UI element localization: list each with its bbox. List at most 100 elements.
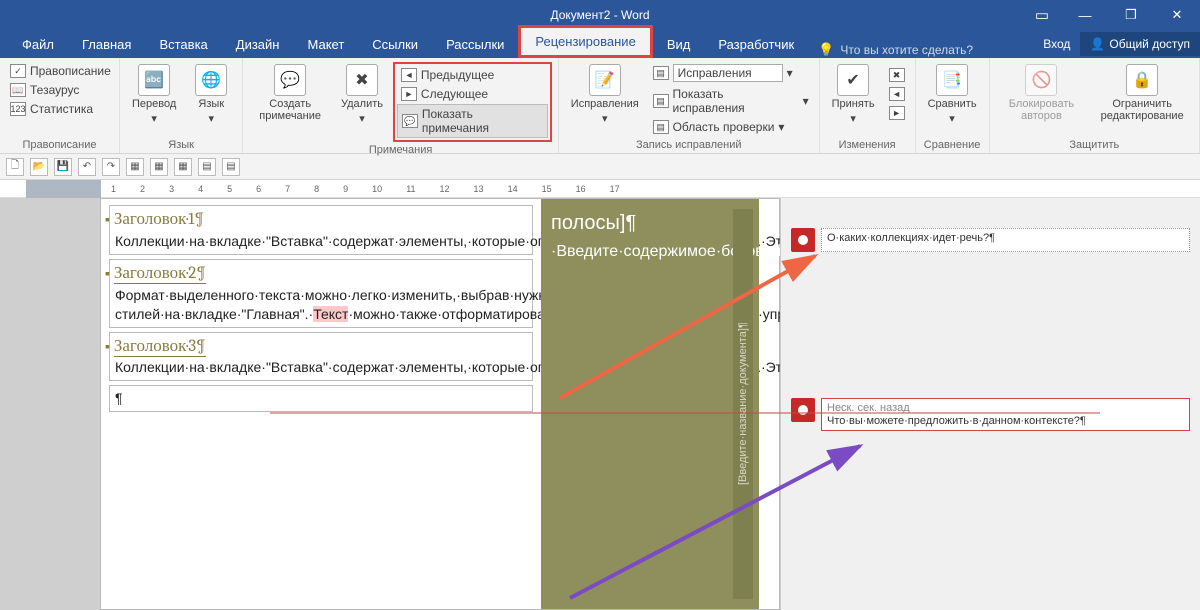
menu-insert[interactable]: Вставка bbox=[145, 31, 221, 58]
comment-del-icon: ✖ bbox=[346, 64, 378, 96]
sidebar-title: полосы]¶ bbox=[551, 207, 749, 239]
heading-1: Заголовок·1¶ bbox=[114, 210, 205, 229]
spelling-button[interactable]: ✓Правописание bbox=[6, 62, 115, 80]
comment-2-text: Что·вы·можете·предложить·в·данном·контек… bbox=[827, 415, 1184, 427]
next2-icon: ► bbox=[889, 106, 905, 120]
sidebar-body: ·Введите·содержимое·боковой·полосы.·Боко… bbox=[551, 239, 749, 265]
ribbon-options-icon[interactable]: ▭ bbox=[1022, 0, 1062, 30]
sidebar-textbox[interactable]: полосы]¶ ·Введите·содержимое·боковой·пол… bbox=[541, 199, 759, 609]
menu-design[interactable]: Дизайн bbox=[222, 31, 294, 58]
menu-view[interactable]: Вид bbox=[653, 31, 705, 58]
stats-button[interactable]: 123Статистика bbox=[6, 100, 115, 118]
redo-icon[interactable]: ↷ bbox=[102, 158, 120, 176]
prev-change-button[interactable]: ◄ bbox=[885, 85, 909, 103]
undo-icon[interactable]: ↶ bbox=[78, 158, 96, 176]
new-comment-button[interactable]: 💬Создать примечание bbox=[249, 62, 331, 124]
stats-icon: 123 bbox=[10, 102, 26, 116]
menu-bar: Файл Главная Вставка Дизайн Макет Ссылки… bbox=[0, 30, 1200, 58]
page[interactable]: ▪ Заголовок·1¶ Коллекции·на·вкладке·"Вст… bbox=[100, 198, 780, 610]
sidebar-vertical-label: [Введите·название·документа]¶ bbox=[733, 209, 753, 599]
comment-1-text: О·каких·коллекциях·идет·речь?¶ bbox=[827, 232, 1184, 244]
empty-paragraph: ¶ bbox=[109, 385, 533, 412]
reject-button[interactable]: ✖ bbox=[885, 66, 909, 84]
app-title: Документ2 - Word bbox=[550, 8, 649, 22]
share-label: Общий доступ bbox=[1109, 37, 1190, 51]
language-button[interactable]: 🌐Язык▾ bbox=[186, 62, 236, 127]
login-button[interactable]: Вход bbox=[1033, 37, 1080, 51]
qat-icon[interactable]: ▤ bbox=[222, 158, 240, 176]
compare-button[interactable]: 📑Сравнить▾ bbox=[922, 62, 983, 127]
highlighted-text: Текст bbox=[313, 306, 348, 322]
next-icon: ► bbox=[401, 87, 417, 101]
minimize-button[interactable]: — bbox=[1062, 0, 1108, 30]
menu-mailings[interactable]: Рассылки bbox=[432, 31, 518, 58]
tell-me-box[interactable]: 💡 Что вы хотите сделать? bbox=[818, 42, 973, 58]
qat-icon[interactable]: ▦ bbox=[126, 158, 144, 176]
accept-icon: ✔ bbox=[837, 64, 869, 96]
group-tracking-label: Запись исправлений bbox=[565, 137, 813, 151]
book-icon: 📖 bbox=[10, 83, 26, 97]
menu-file[interactable]: Файл bbox=[8, 31, 68, 58]
ribbon: ✓Правописание 📖Тезаурус 123Статистика Пр… bbox=[0, 58, 1200, 154]
comment-2[interactable]: Неск. сек. назад Что·вы·можете·предложит… bbox=[791, 398, 1190, 431]
block-authors-button: 🚫Блокировать авторов bbox=[996, 62, 1088, 124]
tell-me-text: Что вы хотите сделать? bbox=[840, 43, 973, 57]
group-proofing-label: Правописание bbox=[6, 137, 113, 151]
thesaurus-button[interactable]: 📖Тезаурус bbox=[6, 81, 115, 99]
new-doc-icon[interactable]: 🗋 bbox=[6, 158, 24, 176]
avatar-icon bbox=[791, 228, 815, 252]
restore-button[interactable]: ❐ bbox=[1108, 0, 1154, 30]
track-changes-button[interactable]: 📝Исправления▾ bbox=[565, 62, 645, 127]
main-text-column[interactable]: ▪ Заголовок·1¶ Коллекции·на·вкладке·"Вст… bbox=[101, 199, 541, 609]
prev-comment-button[interactable]: ◄Предыдущее bbox=[397, 66, 548, 84]
next-comment-button[interactable]: ►Следующее bbox=[397, 85, 548, 103]
next-change-button[interactable]: ► bbox=[885, 104, 909, 122]
qat-icon[interactable]: ▦ bbox=[150, 158, 168, 176]
group-protect-label: Защитить bbox=[996, 137, 1193, 151]
reject-icon: ✖ bbox=[889, 68, 905, 82]
menu-layout[interactable]: Макет bbox=[293, 31, 358, 58]
heading-2: Заголовок·2¶ bbox=[114, 264, 206, 284]
menu-review[interactable]: Рецензирование bbox=[518, 25, 652, 58]
track-icon: 📝 bbox=[589, 64, 621, 96]
restrict-button[interactable]: 🔒Ограничить редактирование bbox=[1091, 62, 1193, 124]
bulb-icon: 💡 bbox=[818, 42, 834, 58]
markup-icon: ▤ bbox=[653, 94, 669, 108]
delete-comment-button[interactable]: ✖Удалить▾ bbox=[335, 62, 389, 127]
show-markup-button[interactable]: ▤Показать исправления ▾ bbox=[649, 85, 813, 117]
check-icon: ✓ bbox=[10, 64, 26, 78]
save-icon[interactable]: 💾 bbox=[54, 158, 72, 176]
menu-developer[interactable]: Разработчик bbox=[704, 31, 808, 58]
comment-1[interactable]: О·каких·коллекциях·идет·речь?¶ bbox=[791, 228, 1190, 252]
globe-icon: 🌐 bbox=[195, 64, 227, 96]
share-button[interactable]: 👤 Общий доступ bbox=[1080, 32, 1200, 56]
group-lang-label: Язык bbox=[126, 137, 236, 151]
document-workspace: ▪ Заголовок·1¶ Коллекции·на·вкладке·"Вст… bbox=[0, 198, 1200, 610]
display-dropdown[interactable]: ▤Исправления▾ bbox=[649, 62, 813, 84]
show-comments-button[interactable]: 💬Показать примечания bbox=[397, 104, 548, 138]
doc-icon: ▤ bbox=[653, 66, 669, 80]
translate-icon: 🔤 bbox=[138, 64, 170, 96]
block-icon: 🚫 bbox=[1025, 64, 1057, 96]
group-compare-label: Сравнение bbox=[922, 137, 983, 151]
compare-icon: 📑 bbox=[936, 64, 968, 96]
comment-add-icon: 💬 bbox=[274, 64, 306, 96]
quick-access-toolbar: 🗋 📂 💾 ↶ ↷ ▦ ▦ ▦ ▤ ▤ bbox=[0, 154, 1200, 180]
avatar-icon bbox=[791, 398, 815, 422]
reviewing-pane-button[interactable]: ▤Область проверки ▾ bbox=[649, 118, 813, 136]
translate-button[interactable]: 🔤Перевод▾ bbox=[126, 62, 182, 127]
qat-icon[interactable]: ▦ bbox=[174, 158, 192, 176]
group-comments-label: Примечания bbox=[249, 142, 552, 156]
menu-references[interactable]: Ссылки bbox=[358, 31, 432, 58]
close-button[interactable]: ✕ bbox=[1154, 0, 1200, 30]
open-icon[interactable]: 📂 bbox=[30, 158, 48, 176]
person-icon: 👤 bbox=[1090, 37, 1105, 51]
ruler[interactable]: L 1· 12 34 56 78 910 1112 1314 1516 17 bbox=[0, 180, 1200, 198]
show-icon: 💬 bbox=[402, 114, 418, 128]
qat-icon[interactable]: ▤ bbox=[198, 158, 216, 176]
lock-icon: 🔒 bbox=[1126, 64, 1158, 96]
menu-home[interactable]: Главная bbox=[68, 31, 145, 58]
group-changes-label: Изменения bbox=[826, 137, 909, 151]
heading-3: Заголовок·3¶ bbox=[114, 337, 206, 357]
accept-button[interactable]: ✔Принять▾ bbox=[826, 62, 881, 127]
